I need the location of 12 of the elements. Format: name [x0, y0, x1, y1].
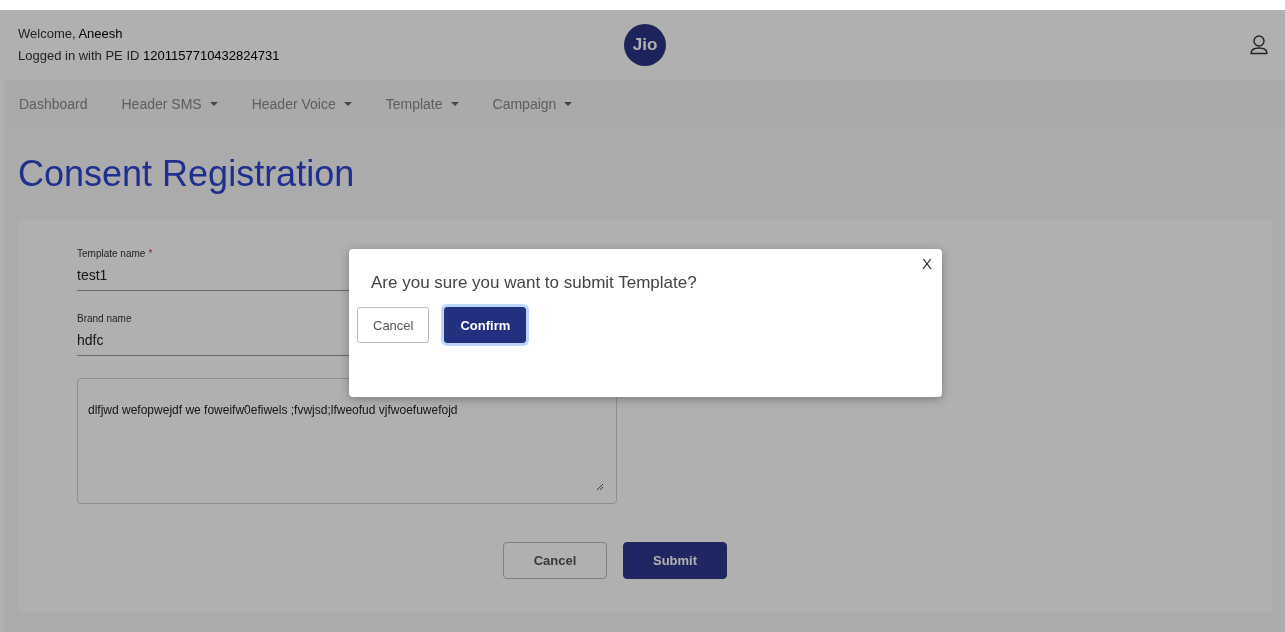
- user-icon[interactable]: [1247, 33, 1271, 57]
- form-button[interactable]: Submit: [623, 542, 727, 579]
- dialog-button[interactable]: Cancel: [357, 307, 430, 343]
- resize-handle-icon[interactable]: [596, 483, 604, 491]
- pe-id-text: Logged in with PE ID 1201157710432824731: [18, 48, 280, 63]
- jio-logo: Jio: [624, 24, 666, 66]
- form-button[interactable]: Cancel: [503, 542, 607, 579]
- page-title: Consent Registration: [17, 151, 356, 196]
- welcome-text: Welcome, Aneesh: [18, 26, 123, 41]
- close-button[interactable]: X: [922, 255, 932, 272]
- required-mark: *: [148, 248, 153, 259]
- dialog-button[interactable]: Confirm: [444, 307, 527, 343]
